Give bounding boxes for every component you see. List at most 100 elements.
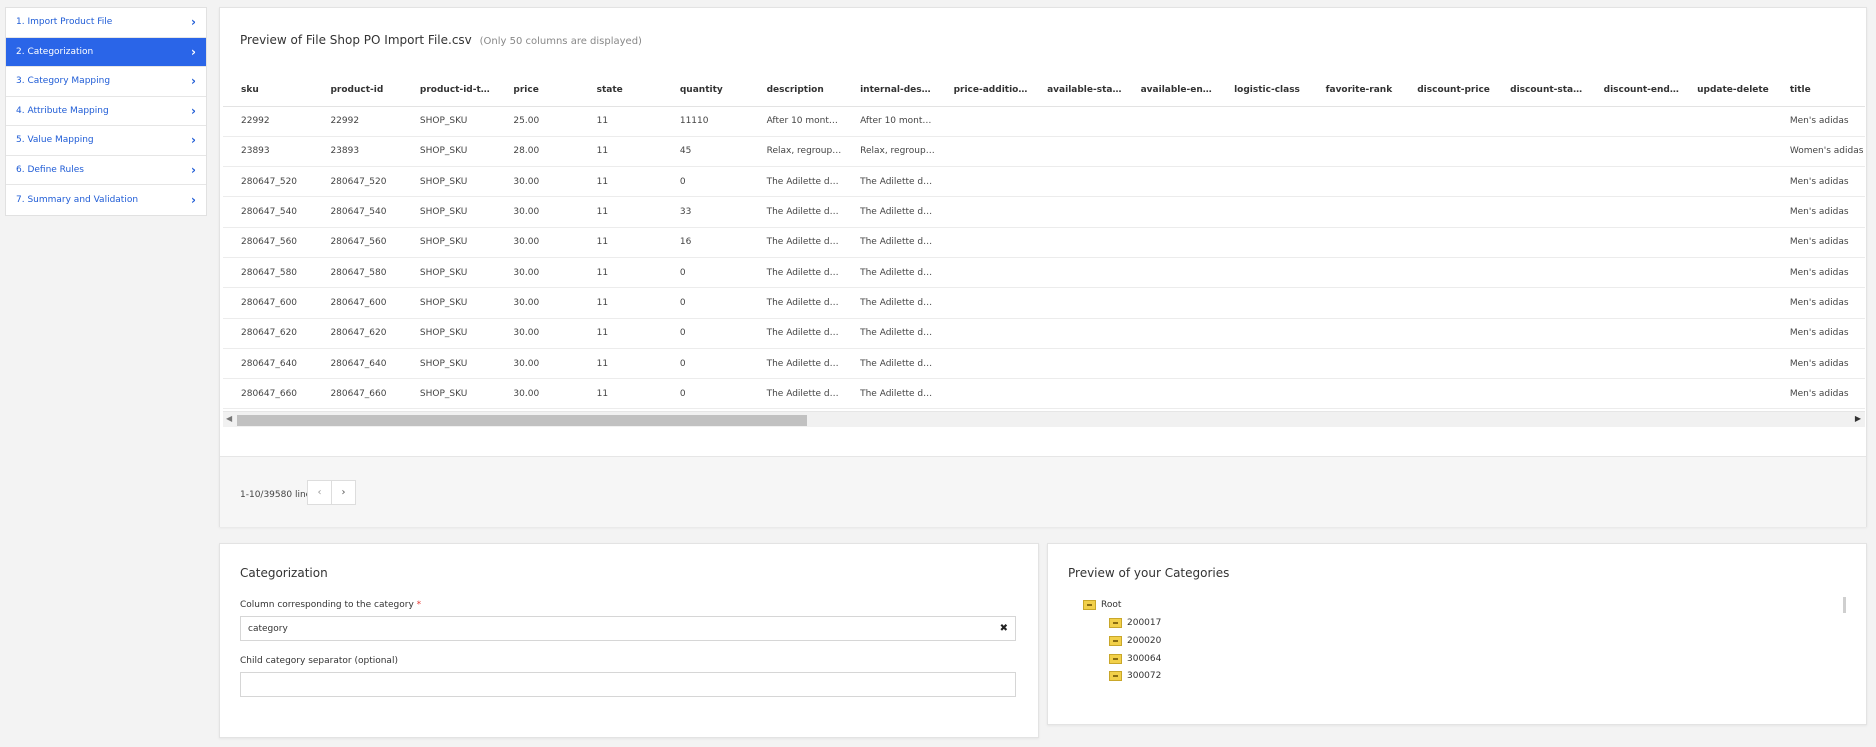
table-cell: Men's adidas	[1771, 378, 1865, 410]
clear-icon[interactable]: ✖	[1000, 623, 1008, 634]
tree-node-label: 300064	[1127, 653, 1162, 664]
table-cell	[1679, 378, 1772, 410]
table-cell: The Adilette debuted	[748, 378, 843, 410]
column-header: product-id-type	[401, 74, 496, 107]
column-header: description	[748, 74, 843, 107]
table-cell	[1492, 378, 1586, 410]
wizard-step-5[interactable]: 5. Value Mapping ›	[6, 126, 206, 156]
preview-title: Preview of File Shop PO Import File.csv …	[240, 33, 642, 47]
scroll-right-icon[interactable]: ▶	[1855, 414, 1861, 423]
table-cell	[1679, 227, 1772, 258]
table-cell: 30.00	[495, 227, 579, 258]
wizard-step-6[interactable]: 6. Define Rules ›	[6, 156, 206, 185]
column-header: product-id	[312, 74, 402, 107]
table-cell: SHOP_SKU	[401, 136, 496, 168]
table-cell: 30.00	[495, 378, 579, 410]
table-cell	[1679, 136, 1772, 168]
table-row: 22992 22992 SHOP_SKU 25.00 11 11110 After 10 m…	[223, 106, 1865, 137]
wizard-step-3[interactable]: 3. Category Mapping ›	[6, 67, 206, 97]
chevron-right-icon: ›	[191, 44, 196, 59]
table-cell: The Adilette debuted	[748, 227, 843, 258]
tree-node-root[interactable]: Root	[1083, 600, 1121, 610]
table-cell	[1585, 106, 1680, 137]
table-cell	[1216, 106, 1308, 137]
column-header: discount-price	[1399, 74, 1493, 107]
table-cell: Men's adidas	[1771, 287, 1865, 319]
table-cell: Women's adidas	[1771, 136, 1865, 168]
table-cell: SHOP_SKU	[401, 227, 496, 258]
tree-node-label: 200017	[1127, 618, 1162, 628]
categories-preview-panel: Preview of your Categories Root 200017 20…	[1047, 543, 1867, 725]
tree-node-category[interactable]: 200017	[1109, 618, 1161, 628]
table-cell: Men's adidas	[1771, 318, 1865, 349]
folder-icon	[1109, 635, 1122, 646]
table-cell: 280647_580	[312, 257, 402, 289]
table-cell: Men's adidas	[1771, 106, 1865, 137]
table-cell: 28.00	[495, 136, 579, 168]
table-cell: 11	[578, 106, 662, 137]
table-cell: 0	[661, 257, 749, 289]
table-cell	[1029, 227, 1123, 258]
wizard-step-2[interactable]: 2. Categorization ›	[6, 37, 206, 67]
vertical-scrollbar[interactable]	[1843, 597, 1846, 613]
table-cell	[1029, 348, 1123, 380]
wizard-step-7[interactable]: 7. Summary and Validation ›	[6, 185, 206, 215]
table-cell	[935, 106, 1030, 137]
tree-node-category[interactable]: 300064	[1109, 653, 1162, 664]
table-row: 280647_620 280647_620 SHOP_SKU 30.00 11 0 The …	[223, 318, 1865, 349]
table-cell	[1122, 257, 1217, 289]
horizontal-scrollbar[interactable]: ◀ ▶	[223, 411, 1865, 427]
table-cell	[1585, 166, 1680, 198]
table-cell: 30.00	[495, 166, 579, 198]
table-cell	[1307, 136, 1400, 168]
wizard-step-1[interactable]: 1. Import Product File ›	[6, 8, 206, 38]
column-header: state	[578, 74, 662, 107]
next-page-button[interactable]: ›	[331, 480, 356, 505]
scrollbar-thumb[interactable]	[237, 415, 807, 426]
table-cell	[1029, 257, 1123, 289]
table-cell: 280647_620	[312, 318, 402, 349]
table-cell: The Adilette debuted	[748, 318, 843, 349]
preview-subtitle: (Only 50 columns are displayed)	[479, 36, 642, 47]
wizard-step-label: 5. Value Mapping	[16, 135, 94, 146]
wizard-steps: 1. Import Product File › 2. Categorization…	[5, 7, 207, 216]
table-cell	[1492, 136, 1586, 168]
table-cell	[1029, 318, 1123, 349]
table-cell: The Adilette debuted	[842, 287, 936, 319]
table-cell: 23893	[223, 136, 313, 168]
table-cell	[1492, 257, 1586, 289]
category-column-label-text: Column corresponding to the category	[240, 600, 414, 610]
table-cell: The Adilette debuted	[842, 257, 936, 289]
table-cell	[1679, 106, 1772, 137]
table-cell: 11	[578, 196, 662, 228]
separator-label: Child category separator (optional)	[240, 656, 398, 666]
scroll-left-icon[interactable]: ◀	[226, 414, 232, 423]
column-header: available-end-date	[1122, 74, 1217, 107]
column-header: discount-end-date	[1585, 74, 1680, 107]
table-cell: SHOP_SKU	[401, 348, 496, 380]
table-cell	[1679, 166, 1772, 198]
table-cell	[1585, 196, 1680, 228]
table-cell: 33	[661, 196, 749, 228]
tree-node-category[interactable]: 300072	[1109, 671, 1161, 682]
column-header: available-start-date	[1029, 74, 1123, 107]
table-cell: 30.00	[495, 287, 579, 319]
table-row: 280647_600 280647_600 SHOP_SKU 30.00 11 0 The …	[223, 287, 1865, 319]
category-column-select[interactable]: category ✖	[240, 616, 1016, 641]
wizard-step-label: 1. Import Product File	[16, 17, 113, 28]
tree-node-category[interactable]: 200020	[1109, 635, 1161, 646]
table-cell	[935, 227, 1030, 258]
table-cell	[1122, 196, 1217, 228]
wizard-step-4[interactable]: 4. Attribute Mapping ›	[6, 97, 206, 126]
table-cell	[1399, 227, 1493, 258]
table-cell: 23893	[312, 136, 402, 168]
table-cell: 280647_640	[223, 348, 313, 380]
table-row: 23893 23893 SHOP_SKU 28.00 11 45 Relax, regrou…	[223, 136, 1865, 168]
folder-icon	[1109, 671, 1122, 682]
folder-icon	[1109, 618, 1122, 628]
prev-page-button[interactable]: ‹	[307, 480, 332, 505]
table-cell: 30.00	[495, 318, 579, 349]
table-cell	[935, 166, 1030, 198]
separator-input[interactable]	[240, 672, 1016, 697]
table-cell	[1585, 227, 1680, 258]
